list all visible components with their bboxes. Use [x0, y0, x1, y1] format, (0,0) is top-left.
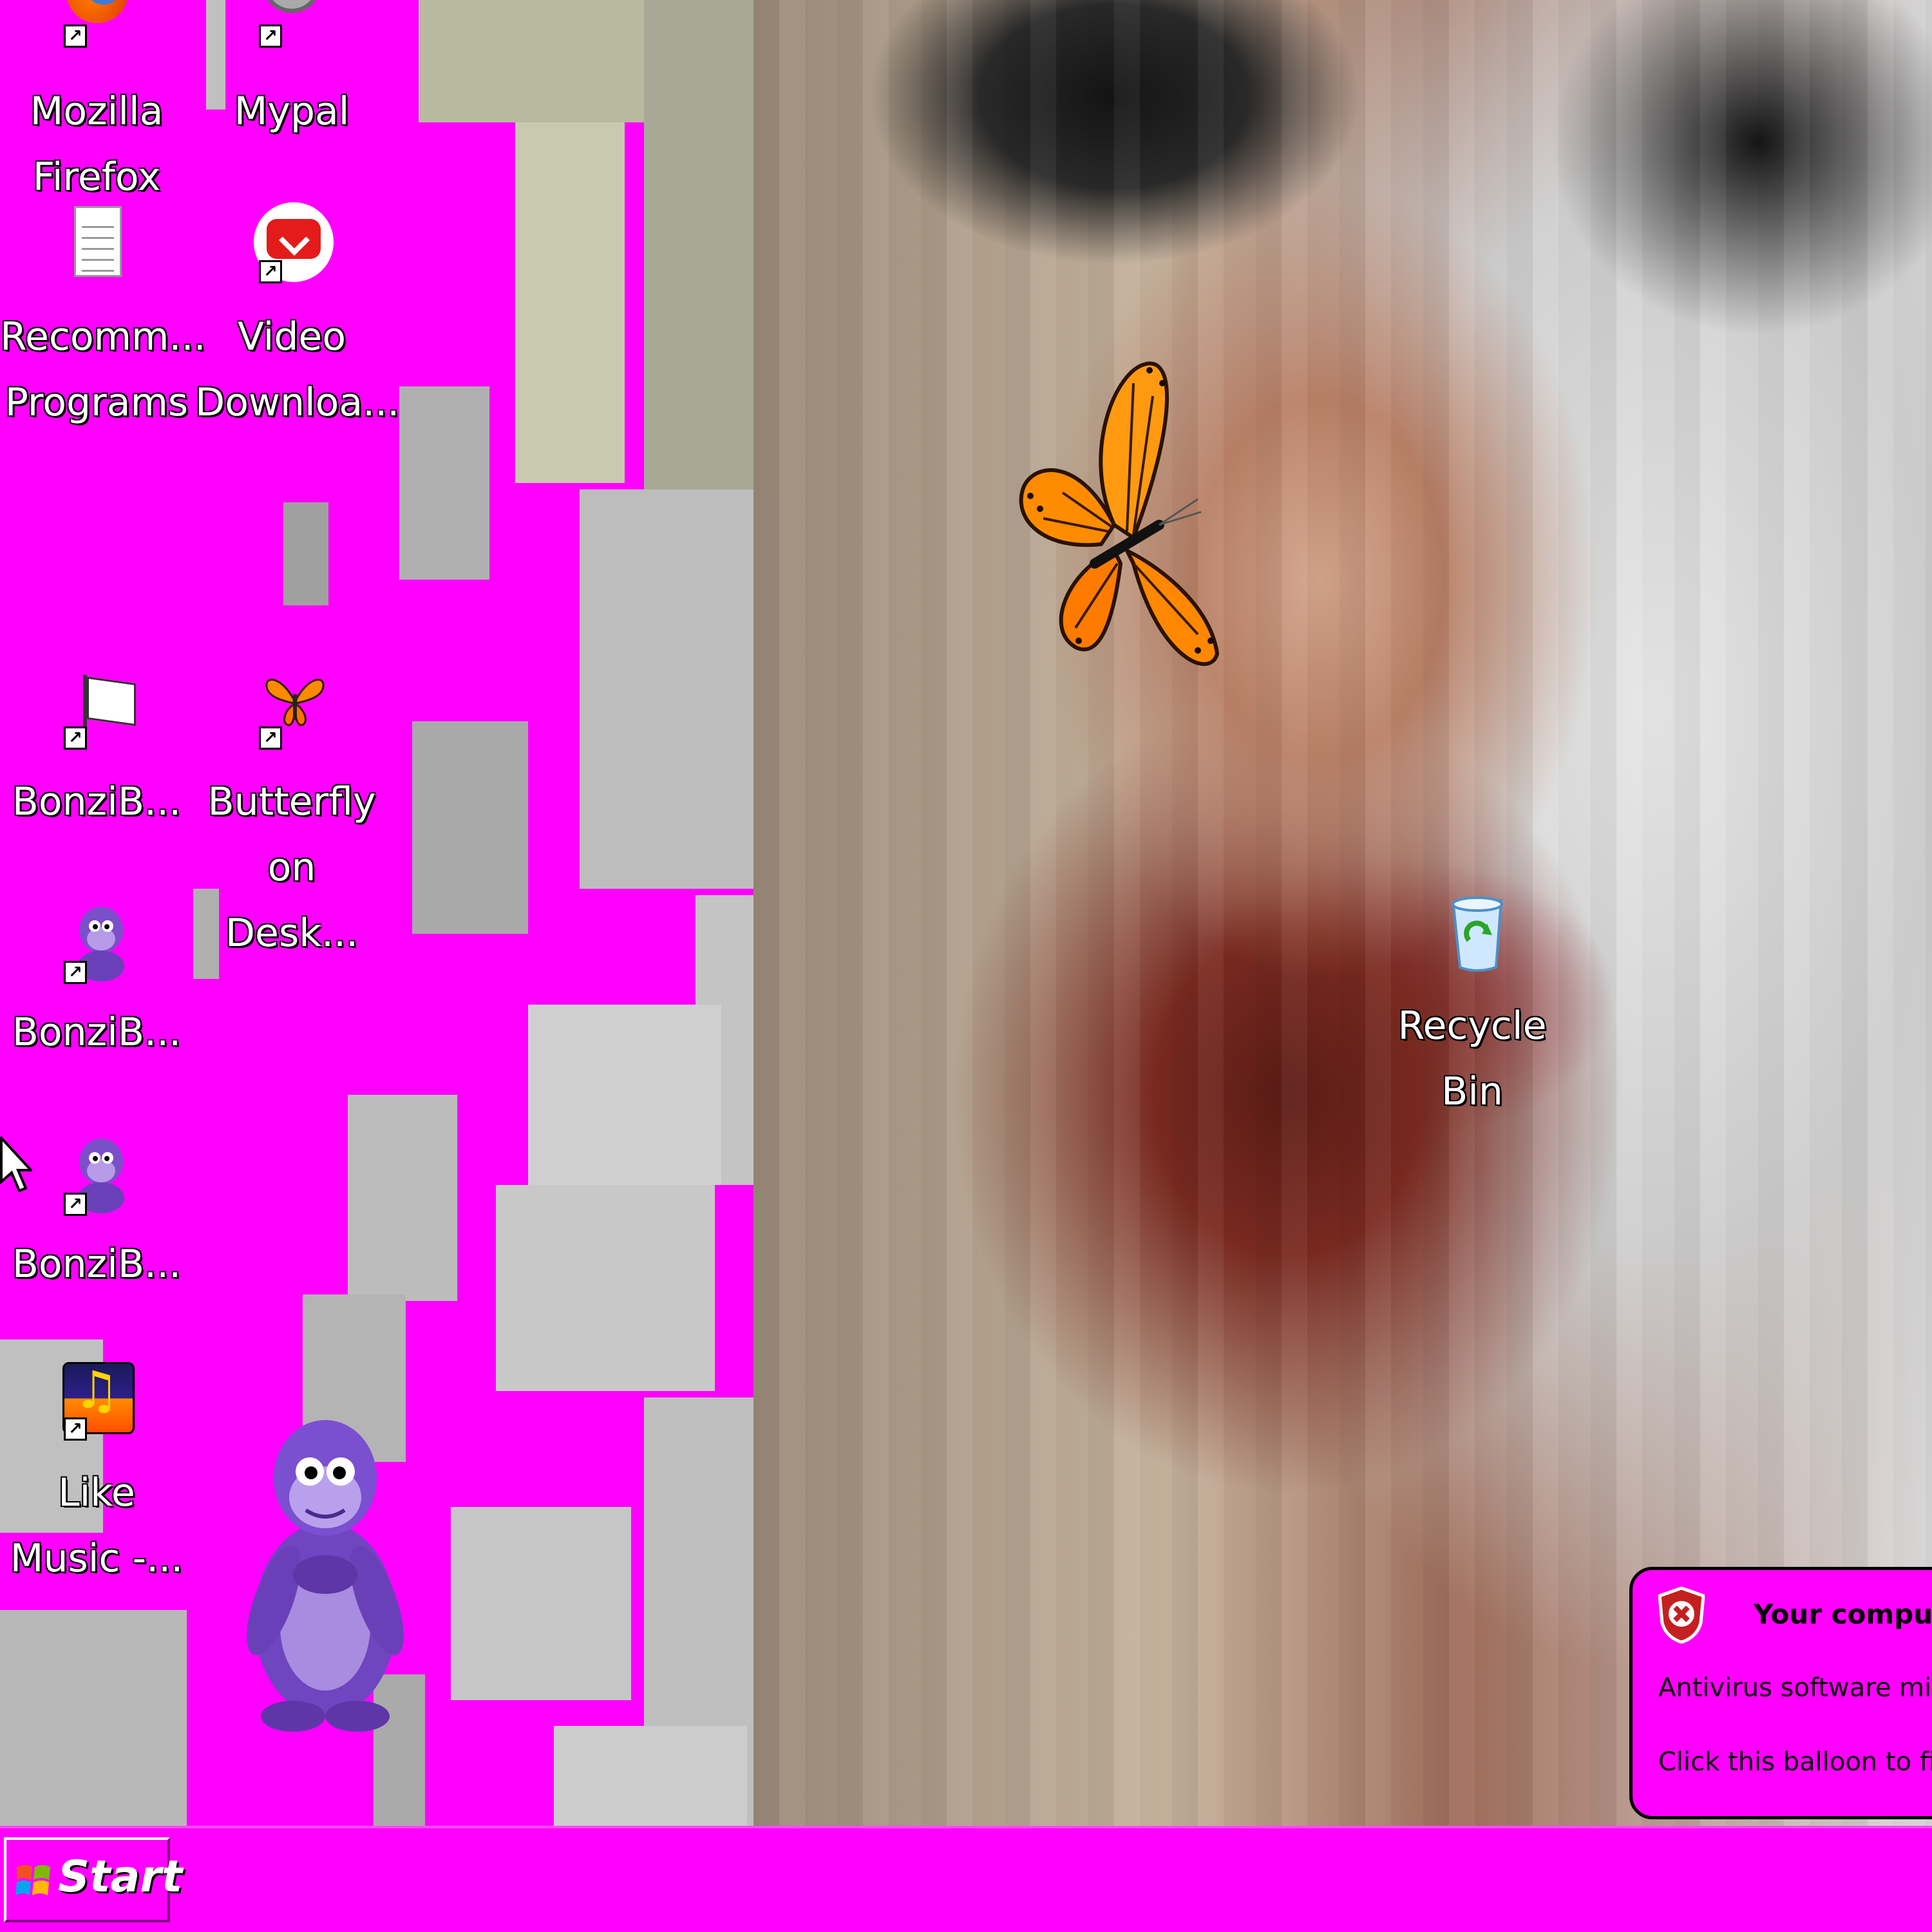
desktop-icon-bonzibuddy-2[interactable]: ↗ BonziB...	[0, 902, 193, 1065]
desktop-icon-label: Mozilla Firefox	[30, 89, 164, 200]
bonzi-icon: ↗	[55, 1133, 138, 1217]
desktop-icon-label: BonziB...	[12, 1010, 182, 1055]
glitch-block	[348, 1095, 457, 1301]
balloon-message: Antivirus software migl	[1658, 1673, 1932, 1703]
desktop-icon-video-downloader[interactable]: ↗ Video Downloa...	[195, 202, 400, 435]
glitch-block	[412, 721, 528, 934]
butterfly-icon: ↗	[250, 671, 334, 755]
glitch-block	[554, 1726, 747, 1826]
recycle-bin-icon	[1430, 895, 1514, 979]
desktop-icon-label: Recycle Bin	[1397, 1003, 1547, 1114]
desktop-icon-recycle-bin[interactable]: Recycle Bin	[1376, 895, 1569, 1124]
glitch-block	[515, 122, 625, 483]
flag-icon: ↗	[55, 671, 138, 755]
desktop-icon-label: Recomm... Programs	[0, 314, 206, 425]
desktop-icon-label: Video Downloa...	[195, 314, 400, 425]
bonzi-buddy-character[interactable]	[222, 1407, 428, 1742]
wallpaper-glitch-stripes	[753, 0, 1932, 1826]
desktop-icon-label: BonziB...	[12, 1242, 182, 1287]
windows-logo-icon	[15, 1865, 50, 1895]
desktop-icon-like-music[interactable]: ↗ Like Music -...	[0, 1360, 193, 1591]
mypal-icon: ↗	[250, 0, 334, 64]
balloon-action-text: Click this balloon to fix	[1658, 1747, 1932, 1777]
desktop-icon-butterfly-on-desktop[interactable]: ↗ Butterfly on Desk...	[195, 671, 388, 966]
desktop-icon-firefox[interactable]: ↗ Mozilla Firefox	[0, 0, 193, 210]
glitch-block	[496, 1185, 715, 1391]
desktop-icon-label: Mypal	[234, 89, 350, 134]
notepad-document-icon	[55, 206, 138, 290]
glitch-block	[0, 1610, 187, 1826]
desktop-icon-bonzibuddy-1[interactable]: ↗ BonziB...	[0, 671, 193, 835]
firefox-icon: ↗	[55, 0, 138, 64]
start-button-label: Start	[58, 1852, 183, 1902]
taskbar: Start	[0, 1826, 1932, 1932]
mouse-cursor-icon	[0, 1137, 32, 1193]
desktop-icon-label: Butterfly on Desk...	[207, 779, 376, 956]
balloon-title: Your comput	[1754, 1598, 1932, 1630]
security-shield-icon	[1658, 1587, 1705, 1643]
desktop-icon-recommended-programs[interactable]: Recomm... Programs	[0, 206, 206, 435]
glitch-block	[283, 502, 328, 605]
bonzi-icon: ↗	[55, 902, 138, 985]
start-button[interactable]: Start	[4, 1837, 182, 1922]
glitch-block	[528, 1005, 721, 1185]
desktop-icon-label: BonziB...	[12, 779, 182, 824]
music-icon: ↗	[55, 1360, 138, 1446]
glitch-block	[580, 489, 753, 889]
security-alert-balloon[interactable]: Your comput Antivirus software migl Clic…	[1629, 1567, 1932, 1819]
video-downloader-icon: ↗	[250, 202, 334, 290]
desktop-icon-mypal[interactable]: ↗ Mypal	[195, 0, 388, 144]
butterfly-sprite[interactable]	[1005, 357, 1249, 679]
glitch-block	[399, 386, 489, 580]
desktop-icon-label: Like Music -...	[10, 1470, 184, 1581]
glitch-block	[451, 1507, 631, 1700]
